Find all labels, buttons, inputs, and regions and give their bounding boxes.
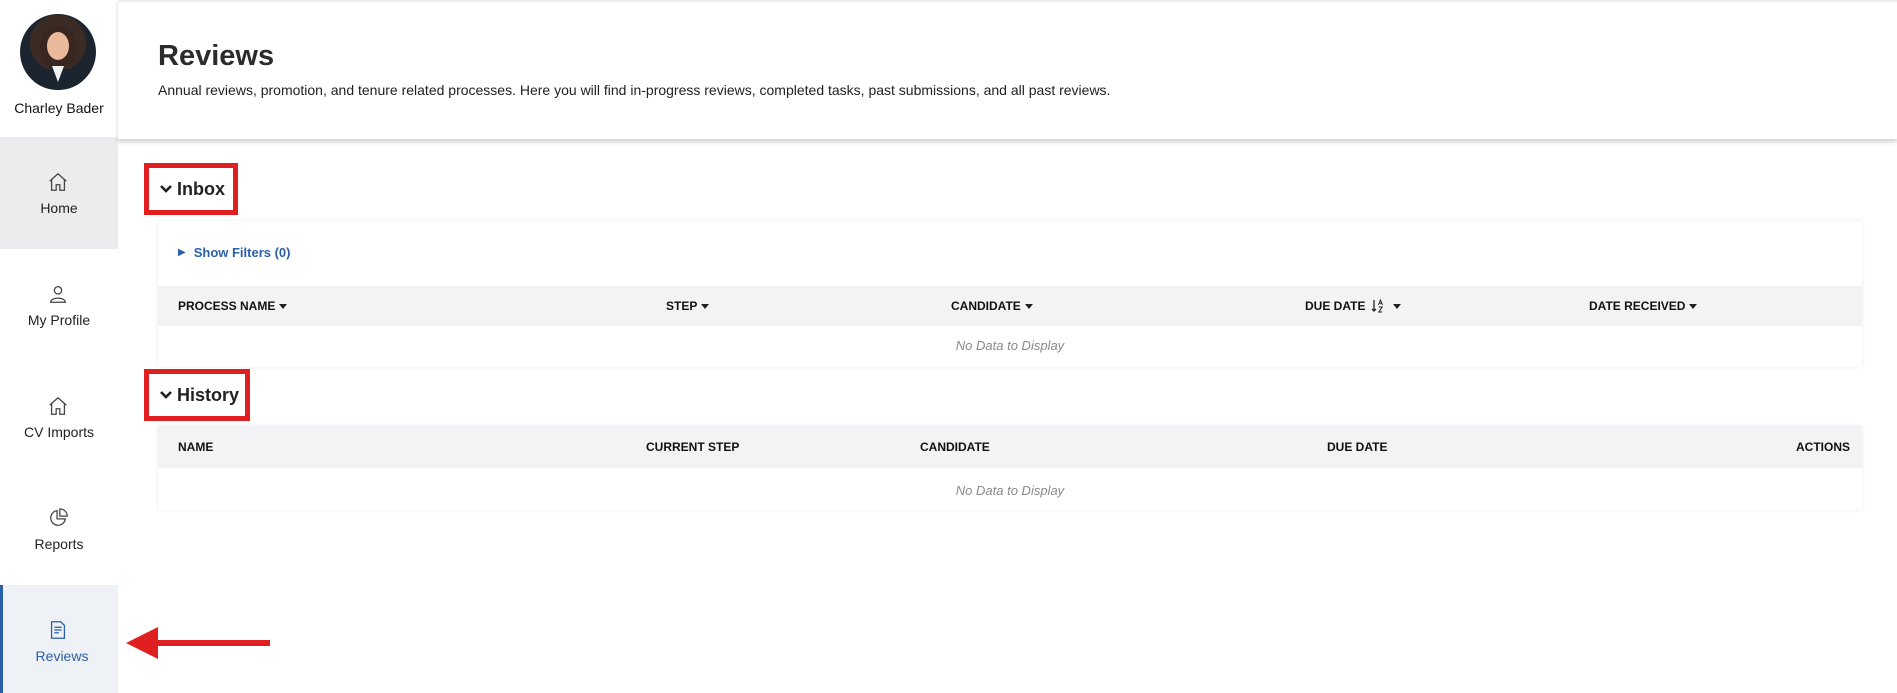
column-label: ACTIONS — [1796, 440, 1850, 454]
sidebar: Charley Bader Home My Profile CV Imports… — [0, 0, 118, 693]
column-step[interactable]: STEP — [666, 286, 710, 326]
nav-label-reports: Reports — [34, 536, 84, 552]
caret-down-icon — [1024, 303, 1033, 309]
inbox-section-toggle[interactable]: Inbox — [144, 163, 238, 215]
nav-label-my-profile: My Profile — [27, 312, 91, 328]
column-candidate[interactable]: CANDIDATE — [951, 286, 1033, 326]
nav-item-my-profile[interactable]: My Profile — [0, 249, 118, 361]
nav-label-reviews: Reviews — [35, 648, 89, 664]
column-label: NAME — [178, 440, 214, 454]
history-section-toggle[interactable]: History — [144, 369, 250, 421]
column-label: STEP — [666, 299, 698, 313]
document-icon — [50, 621, 66, 639]
inbox-empty-message: No Data to Display — [955, 338, 1065, 353]
nav-label-home: Home — [40, 200, 78, 216]
caret-down-icon — [279, 303, 288, 309]
nav-item-home[interactable]: Home — [0, 137, 118, 249]
home-icon — [49, 172, 67, 191]
profile-name: Charley Bader — [14, 100, 104, 116]
page-description: Annual reviews, promotion, and tenure re… — [158, 82, 1111, 98]
column-due-date[interactable]: DUE DATE — [1305, 286, 1402, 326]
column-label: DUE DATE — [1327, 440, 1388, 454]
inbox-table-header: PROCESS NAME STEP CANDIDATE DUE DATE DAT… — [158, 286, 1862, 326]
nav-label-cv-imports: CV Imports — [23, 424, 94, 440]
caret-down-icon — [701, 303, 710, 309]
column-due-date: DUE DATE — [1327, 426, 1387, 468]
column-label: CURRENT STEP — [646, 440, 740, 454]
show-filters-label: Show Filters (0) — [193, 245, 291, 260]
history-empty-message: No Data to Display — [955, 483, 1065, 498]
history-table-card: NAME CURRENT STEP CANDIDATE DUE DATE ACT… — [158, 426, 1862, 510]
caret-down-icon — [1689, 303, 1698, 309]
column-actions: ACTIONS — [1796, 426, 1850, 468]
inbox-table-card: ▶ Show Filters (0) PROCESS NAME STEP CAN… — [158, 221, 1862, 367]
column-label: CANDIDATE — [951, 299, 1021, 313]
history-table-header: NAME CURRENT STEP CANDIDATE DUE DATE ACT… — [158, 426, 1862, 468]
history-title: History — [177, 384, 240, 405]
column-date-received[interactable]: DATE RECEIVED — [1589, 286, 1698, 326]
show-filters-toggle[interactable]: ▶ Show Filters (0) — [178, 245, 291, 260]
avatar[interactable] — [20, 14, 96, 90]
nav-item-reviews[interactable]: Reviews — [0, 585, 118, 693]
column-label: DATE RECEIVED — [1589, 299, 1686, 313]
profile-panel: Charley Bader — [0, 0, 118, 137]
home-icon — [49, 396, 67, 415]
annotation-arrow-icon — [126, 627, 270, 659]
column-label: DUE DATE — [1305, 299, 1366, 313]
column-process-name[interactable]: PROCESS NAME — [178, 286, 288, 326]
chevron-down-icon — [160, 391, 172, 399]
column-name: NAME — [178, 426, 213, 468]
page-title: Reviews — [158, 40, 275, 72]
column-label: PROCESS NAME — [178, 299, 276, 313]
caret-down-icon — [1393, 303, 1402, 309]
column-current-step: CURRENT STEP — [646, 426, 739, 468]
column-candidate: CANDIDATE — [920, 426, 990, 468]
inbox-title: Inbox — [177, 178, 225, 199]
nav-item-reports[interactable]: Reports — [0, 473, 118, 585]
user-icon — [50, 286, 66, 303]
sort-ascending-icon — [1371, 299, 1384, 313]
nav-item-cv-imports[interactable]: CV Imports — [0, 361, 118, 473]
chevron-down-icon — [160, 185, 172, 193]
pie-chart-icon — [50, 508, 68, 526]
page-header: Reviews Annual reviews, promotion, and t… — [118, 0, 1897, 139]
column-label: CANDIDATE — [920, 440, 990, 454]
caret-right-icon: ▶ — [178, 247, 186, 258]
